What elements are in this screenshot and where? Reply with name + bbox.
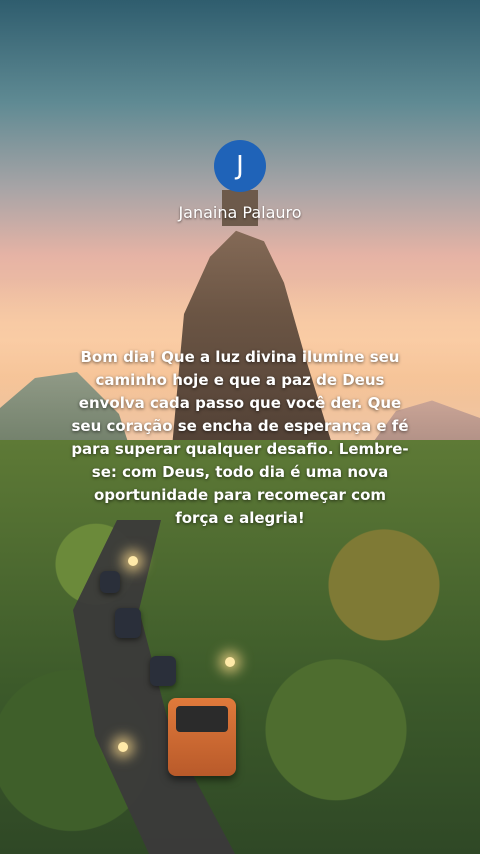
post-message: Bom dia! Que a luz divina ilumine seu ca… bbox=[71, 348, 409, 527]
post-overlay: J Janaina Palauro Bom dia! Que a luz div… bbox=[0, 0, 480, 854]
avatar-initial: J bbox=[236, 151, 244, 181]
author-avatar[interactable]: J bbox=[214, 140, 266, 192]
author-name[interactable]: Janaina Palauro bbox=[0, 203, 480, 222]
